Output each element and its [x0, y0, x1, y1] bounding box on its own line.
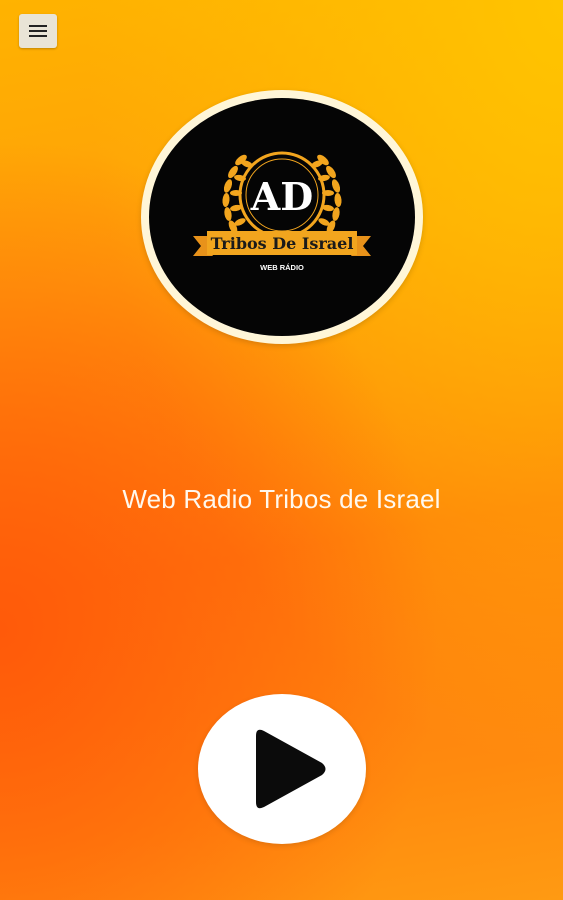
- banner-text: Tribos De Israel: [211, 234, 354, 253]
- play-icon: [256, 729, 326, 809]
- monogram-text: AD: [250, 174, 313, 219]
- menu-button[interactable]: [19, 14, 57, 48]
- hamburger-menu-icon: [29, 25, 47, 37]
- logo-badge: AD Tribos De Israel WEB RÁDIO: [149, 98, 415, 336]
- logo-graphic: AD Tribos De Israel WEB RÁDIO: [193, 151, 371, 272]
- station-logo: AD Tribos De Israel WEB RÁDIO: [141, 90, 423, 344]
- play-button[interactable]: [198, 694, 366, 844]
- logo-subtitle: WEB RÁDIO: [260, 263, 304, 272]
- station-title: Web Radio Tribos de Israel: [122, 484, 441, 514]
